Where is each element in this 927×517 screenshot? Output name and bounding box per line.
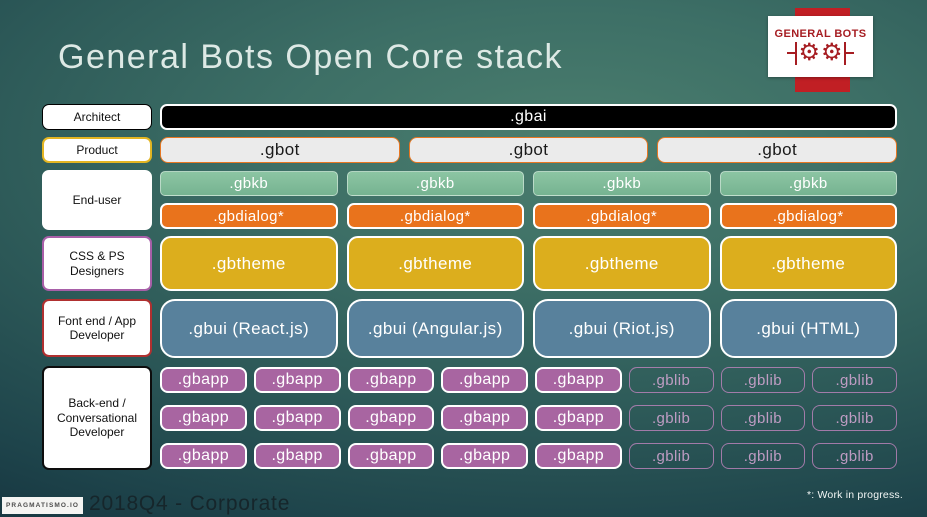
pragmatismo-logo: PRAGMATISMO.IO	[2, 497, 83, 514]
gbai-box: .gbai	[160, 104, 897, 130]
role-label-frontend-app-developer: Font end / App Developer	[42, 299, 152, 357]
gbui-row: .gbui (React.js) .gbui (Angular.js) .gbu…	[160, 299, 897, 358]
gbkb-box: .gbkb	[533, 171, 711, 196]
gbui-react-box: .gbui (React.js)	[160, 299, 338, 358]
footer-caption: 2018Q4 - Corporate	[89, 492, 291, 515]
gblib-box: .gblib	[628, 443, 714, 469]
gbot-row: .gbot .gbot .gbot	[160, 137, 898, 163]
gbot-box: .gbot	[657, 137, 898, 163]
gbtheme-row: .gbtheme .gbtheme .gbtheme .gbtheme	[160, 236, 897, 291]
gbui-riot-box: .gbui (Riot.js)	[533, 299, 711, 358]
gblib-box: .gblib	[720, 443, 806, 469]
gear-icon: ⚙	[798, 39, 820, 66]
gbapp-box: .gbapp	[441, 367, 528, 393]
gbapp-box: .gbapp	[441, 443, 528, 469]
gbkb-box: .gbkb	[160, 171, 338, 196]
gbdialog-box: .gbdialog*	[346, 203, 524, 229]
backend-row-3: .gbapp .gbapp .gbapp .gbapp .gbapp .gbli…	[160, 443, 897, 469]
role-label-architect: Architect	[42, 104, 152, 130]
role-label-css-ps-designers: CSS & PS Designers	[42, 236, 152, 291]
gbtheme-box: .gbtheme	[533, 236, 711, 291]
gblib-box: .gblib	[812, 367, 897, 393]
gbkb-box: .gbkb	[346, 171, 524, 196]
gbapp-box: .gbapp	[347, 405, 435, 431]
gbtheme-box: .gbtheme	[160, 236, 338, 291]
gbapp-box: .gbapp	[160, 443, 247, 469]
role-label-product: Product	[42, 137, 152, 163]
gbai-row: .gbai	[160, 104, 897, 130]
gbapp-box: .gbapp	[160, 405, 247, 431]
gear-icon: ⚙	[821, 39, 843, 66]
gblib-box: .gblib	[628, 367, 714, 393]
logo-left-bar-icon	[788, 41, 798, 65]
work-in-progress-note: *: Work in progress.	[806, 489, 903, 501]
gbapp-box: .gbapp	[347, 443, 435, 469]
gblib-box: .gblib	[720, 367, 806, 393]
gbapp-box: .gbapp	[253, 443, 341, 469]
logo-gears-icon: ⚙ ⚙	[788, 39, 853, 66]
page-title: General Bots Open Core stack	[58, 38, 564, 76]
stack-diagram: .gbai .gbot .gbot .gbot .gbkb .gbkb .gbk…	[160, 104, 898, 469]
gbapp-box: .gbapp	[535, 405, 622, 431]
gbtheme-box: .gbtheme	[719, 236, 897, 291]
gbapp-box: .gbapp	[253, 367, 341, 393]
logo-right-bar-icon	[843, 41, 853, 65]
gbdialog-box: .gbdialog*	[160, 203, 338, 229]
gbot-box: .gbot	[408, 137, 649, 163]
slide-canvas: General Bots Open Core stack GENERAL BOT…	[0, 0, 927, 517]
gbdialog-row: .gbdialog* .gbdialog* .gbdialog* .gbdial…	[160, 203, 897, 229]
gbapp-box: .gbapp	[160, 367, 247, 393]
gbot-box: .gbot	[160, 137, 400, 163]
gbui-html-box: .gbui (HTML)	[719, 299, 897, 358]
general-bots-logo: GENERAL BOTS ⚙ ⚙	[768, 16, 873, 77]
gbapp-box: .gbapp	[441, 405, 528, 431]
gbdialog-box: .gbdialog*	[719, 203, 897, 229]
gbkb-row: .gbkb .gbkb .gbkb .gbkb	[160, 171, 897, 196]
gblib-box: .gblib	[812, 443, 897, 469]
gbapp-box: .gbapp	[253, 405, 341, 431]
gbapp-box: .gbapp	[535, 443, 622, 469]
gblib-box: .gblib	[720, 405, 806, 431]
gblib-box: .gblib	[628, 405, 714, 431]
gbkb-box: .gbkb	[719, 171, 897, 196]
backend-row-2: .gbapp .gbapp .gbapp .gbapp .gbapp .gbli…	[160, 405, 897, 431]
role-label-end-user: End-user	[42, 170, 152, 230]
backend-row-1: .gbapp .gbapp .gbapp .gbapp .gbapp .gbli…	[160, 367, 897, 393]
gbui-angular-box: .gbui (Angular.js)	[346, 299, 524, 358]
gblib-box: .gblib	[812, 405, 897, 431]
gbtheme-box: .gbtheme	[346, 236, 524, 291]
role-label-backend-conversational-developer: Back-end / Conversational Developer	[42, 366, 152, 470]
gbdialog-box: .gbdialog*	[533, 203, 711, 229]
gbapp-box: .gbapp	[347, 367, 435, 393]
gbapp-box: .gbapp	[535, 367, 622, 393]
